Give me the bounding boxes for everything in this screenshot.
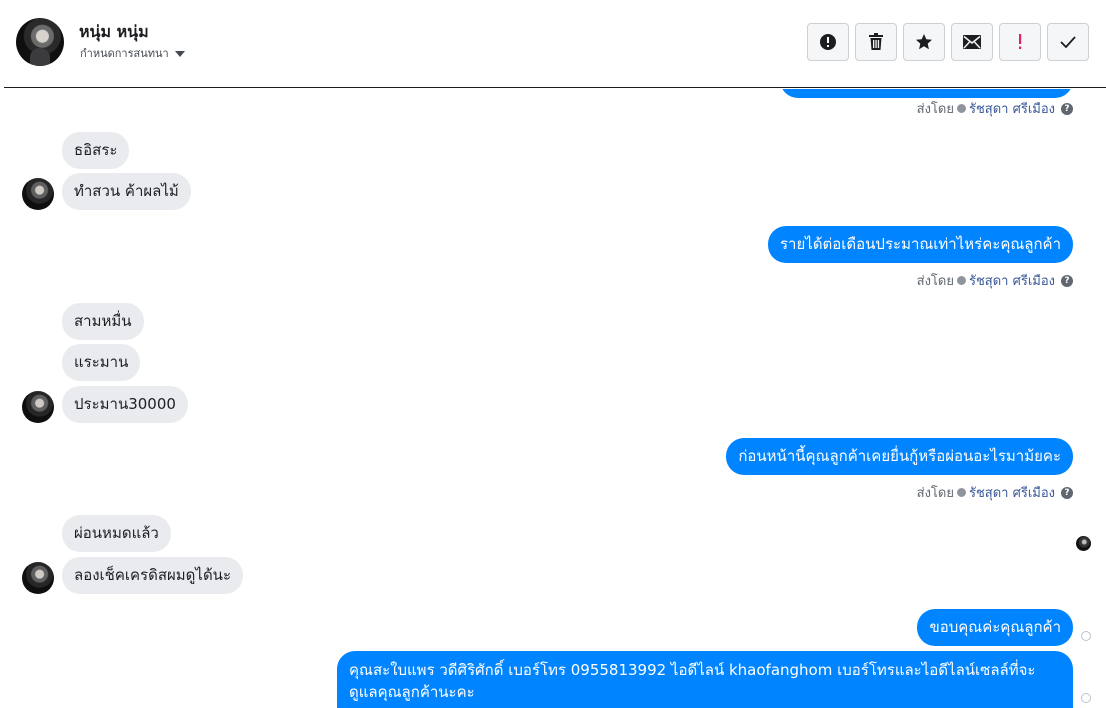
incoming-message[interactable]: ลองเช็คเครดิสผมดูได้นะ xyxy=(62,557,243,594)
sent-by-row: ส่งโดย รัชสุดา ศรีเมือง ? xyxy=(917,482,1073,503)
conversation-header: หนุ่ม หนุ่ม กำหนดการสนทนา xyxy=(4,0,1106,88)
sent-by-prefix: ส่งโดย xyxy=(916,486,954,501)
incoming-message[interactable]: ผ่อนหมดแล้ว xyxy=(62,515,171,552)
outgoing-message-partial xyxy=(780,89,1073,98)
delete-button[interactable] xyxy=(855,23,897,61)
follow-up-button[interactable] xyxy=(999,23,1041,61)
help-icon[interactable]: ? xyxy=(1061,102,1073,115)
contact-avatar-small xyxy=(22,178,54,210)
check-icon xyxy=(1060,36,1076,48)
star-icon xyxy=(916,34,932,50)
incoming-message[interactable]: สามหมื่น xyxy=(62,303,144,340)
incoming-message[interactable]: แระมาน xyxy=(62,344,141,381)
contact-name[interactable]: หนุ่ม หนุ่ม xyxy=(79,20,149,45)
agent-name[interactable]: รัชสุดา ศรีเมือง xyxy=(969,98,1055,119)
sent-by-prefix: ส่งโดย xyxy=(916,102,954,117)
sent-by-row: ส่งโดย รัชสุดา ศรีเมือง ? xyxy=(917,98,1073,119)
contact-avatar-small xyxy=(22,562,54,594)
agent-name[interactable]: รัชสุดา ศรีเมือง xyxy=(969,270,1055,291)
assign-conversation-dropdown[interactable]: กำหนดการสนทนา xyxy=(80,44,185,62)
incoming-message[interactable]: ธอิสระ xyxy=(62,132,130,169)
read-receipt-avatar xyxy=(1076,536,1091,551)
trash-icon xyxy=(869,33,883,50)
contact-avatar-small xyxy=(22,391,54,423)
message-thread[interactable]: ส่งโดย รัชสุดา ศรีเมือง ? ธอิสระ ทำสวน ค… xyxy=(0,89,1106,708)
conversation-toolbar xyxy=(807,23,1089,61)
outgoing-message[interactable]: ก่อนหน้านี้คุณลูกค้าเคยยื่นกู้หรือผ่อนอะ… xyxy=(726,438,1073,475)
caret-down-icon xyxy=(174,50,185,57)
help-icon[interactable]: ? xyxy=(1061,274,1073,287)
agent-name[interactable]: รัชสุดา ศรีเมือง xyxy=(969,482,1055,503)
outgoing-message[interactable]: รายได้ต่อเดือนประมาณเท่าไหร่คะคุณลูกค้า xyxy=(768,226,1073,263)
help-icon[interactable]: ? xyxy=(1061,486,1073,499)
envelope-icon xyxy=(963,35,981,49)
page-icon xyxy=(956,104,966,113)
contact-avatar[interactable] xyxy=(16,18,64,66)
sent-status-icon xyxy=(1081,693,1091,703)
mark-unread-button[interactable] xyxy=(951,23,993,61)
spam-button[interactable] xyxy=(807,23,849,61)
assign-conversation-label: กำหนดการสนทนา xyxy=(80,47,169,60)
incoming-message[interactable]: ประมาน30000 xyxy=(62,386,188,423)
sent-by-row: ส่งโดย รัชสุดา ศรีเมือง ? xyxy=(917,270,1073,291)
sent-by-prefix: ส่งโดย xyxy=(916,274,954,289)
page-icon xyxy=(956,488,966,497)
alert-circle-icon xyxy=(820,34,836,50)
page-icon xyxy=(956,276,966,285)
done-button[interactable] xyxy=(1047,23,1089,61)
outgoing-message[interactable]: ขอบคุณค่ะคุณลูกค้า xyxy=(917,609,1073,646)
outgoing-message[interactable]: คุณสะใบแพร วดีศิริศักดิ์ เบอร์โทร 095581… xyxy=(337,651,1073,708)
incoming-message[interactable]: ทำสวน ค้าผลไม้ xyxy=(62,173,191,210)
star-button[interactable] xyxy=(903,23,945,61)
exclamation-icon xyxy=(1019,34,1022,49)
sent-status-icon xyxy=(1081,631,1091,641)
